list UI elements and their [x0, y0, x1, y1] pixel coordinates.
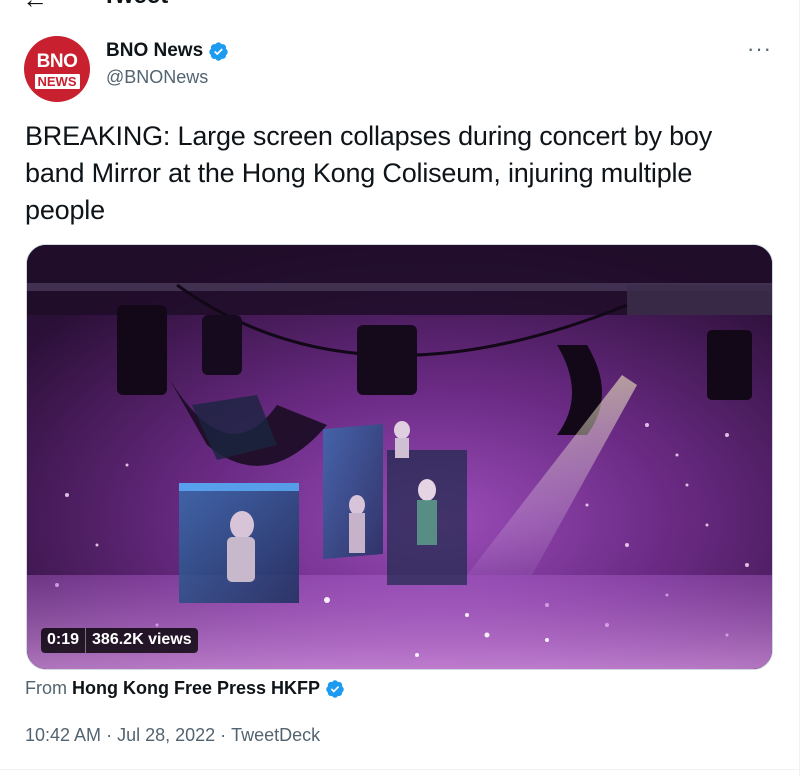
bottom-divider	[0, 769, 800, 770]
verified-badge-icon	[326, 679, 344, 698]
tweet-page: ← Tweet BNO NEWS BNO News @BNONews ··· B…	[0, 0, 800, 776]
author-display-name[interactable]: BNO News	[106, 40, 203, 62]
meta-separator: ·	[220, 725, 227, 745]
tweet-meta: 10:42 AM · Jul 28, 2022 · TweetDeck	[25, 725, 320, 746]
tweet-date[interactable]: Jul 28, 2022	[117, 725, 215, 746]
avatar-logo-subtext: NEWS	[34, 73, 80, 89]
tweet-time[interactable]: 10:42 AM	[25, 725, 101, 746]
tweet-text: BREAKING: Large screen collapses during …	[25, 121, 713, 225]
back-arrow-icon[interactable]: ←	[22, 0, 48, 12]
video-frame	[27, 245, 772, 669]
video-duration: 0:19	[41, 628, 86, 653]
verified-badge-icon	[209, 41, 228, 61]
tweet-client[interactable]: TweetDeck	[231, 725, 320, 746]
author-handle[interactable]: @BNONews	[106, 67, 208, 88]
meta-separator: ·	[106, 725, 113, 745]
source-prefix: From	[25, 678, 67, 698]
media-source: From Hong Kong Free Press HKFP	[25, 678, 345, 699]
video-badges: 0:19 386.2K views	[41, 628, 198, 653]
more-horizontal-icon[interactable]: ···	[747, 38, 772, 60]
tweet-video[interactable]: 0:19 386.2K views	[26, 244, 773, 670]
top-header: ← Tweet	[0, 0, 800, 18]
avatar-logo-text: BNO	[36, 50, 78, 72]
avatar[interactable]: BNO NEWS	[24, 36, 90, 102]
author-name-row: BNO News	[106, 40, 229, 62]
page-title: Tweet	[102, 0, 168, 8]
video-view-count: 386.2K views	[85, 628, 198, 653]
source-account-link[interactable]: Hong Kong Free Press HKFP	[72, 678, 320, 699]
